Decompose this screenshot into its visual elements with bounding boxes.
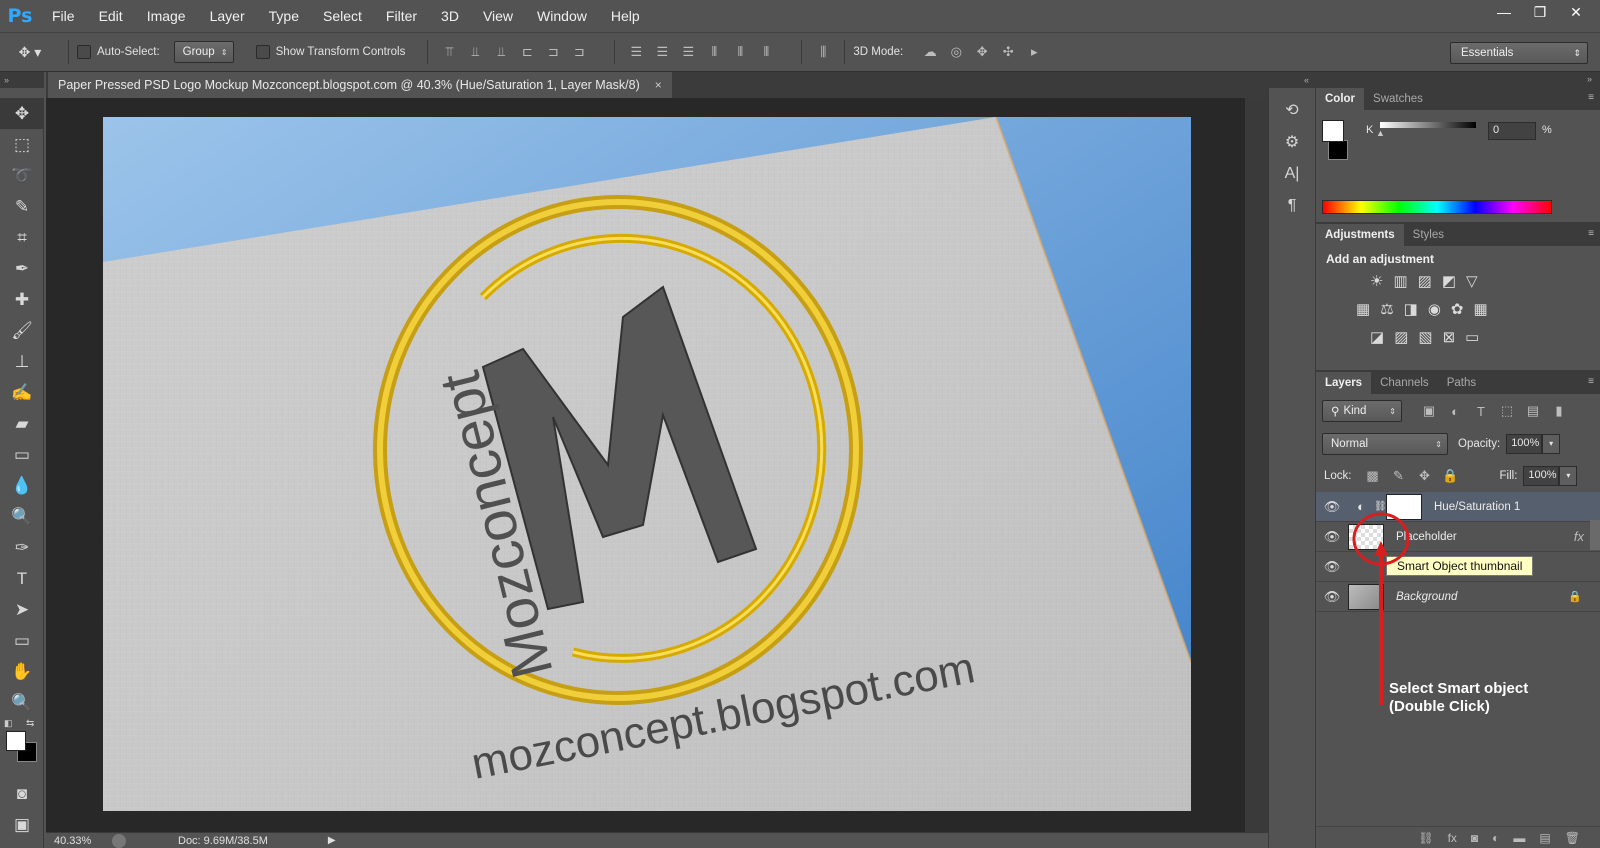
annotation-line-1: Select Smart object: [1389, 680, 1529, 697]
annotation-line-2: (Double Click): [1389, 698, 1490, 715]
annotation-arrow-head: [1374, 541, 1388, 556]
annotation-overlay: [1352, 512, 1410, 705]
